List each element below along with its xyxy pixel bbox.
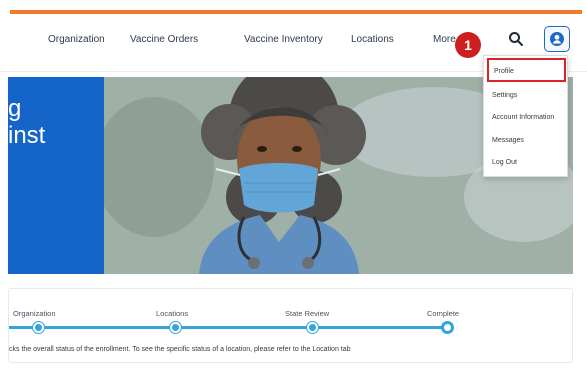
nav-locations[interactable]: Locations <box>351 34 394 45</box>
menu-item-account-information[interactable]: Account Information <box>492 114 554 121</box>
progress-dot-state-review <box>307 322 318 333</box>
step-number-badge: 1 <box>455 32 481 58</box>
nav-more[interactable]: More <box>433 34 456 45</box>
progress-line <box>9 326 447 329</box>
progress-step-state-review: State Review <box>285 309 330 318</box>
hero-blue-panel: g inst <box>8 77 104 274</box>
nav-vaccine-inventory[interactable]: Vaccine Inventory <box>244 34 323 45</box>
user-menu-button[interactable] <box>544 26 570 52</box>
progress-dot-locations <box>170 322 181 333</box>
search-icon[interactable] <box>507 30 525 48</box>
progress-dot-complete <box>441 321 454 334</box>
hero-title-line-1: g <box>8 95 22 122</box>
progress-step-locations: Locations <box>156 309 189 318</box>
user-dropdown-menu: Profile Settings Account Information Mes… <box>483 55 568 177</box>
progress-step-organization: Organization <box>13 309 56 318</box>
menu-item-log-out[interactable]: Log Out <box>492 159 517 166</box>
nav-vaccine-orders[interactable]: Vaccine Orders <box>130 34 198 45</box>
menu-item-profile[interactable]: Profile <box>487 58 566 82</box>
progress-step-complete: Complete <box>427 309 460 318</box>
progress-dot-organization <box>33 322 44 333</box>
user-icon <box>550 32 564 46</box>
menu-item-messages[interactable]: Messages <box>492 137 524 144</box>
menu-item-settings[interactable]: Settings <box>492 92 517 99</box>
enrollment-progress-card: Organization Locations State Review Comp… <box>8 288 573 363</box>
nav-organization[interactable]: Organization <box>48 34 105 45</box>
progress-help-text: cks the overall status of the enrollment… <box>9 346 351 353</box>
hero-title: g inst <box>8 95 45 149</box>
hero-title-line-2: inst <box>8 122 46 149</box>
